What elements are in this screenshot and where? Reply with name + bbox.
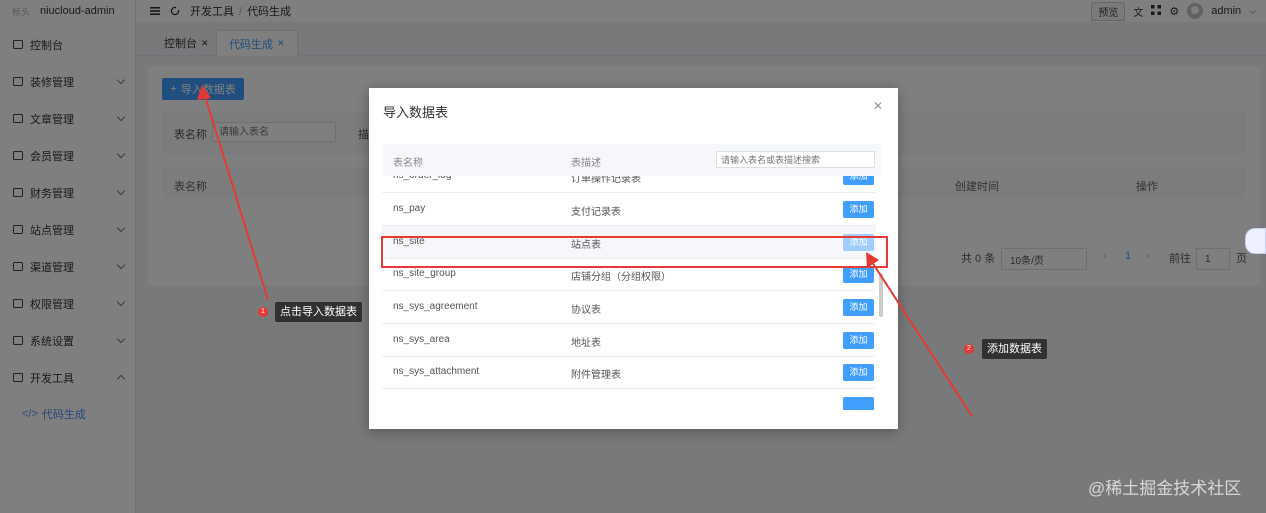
annotation-arrows (197, 85, 973, 417)
floating-helper-icon[interactable] (1245, 228, 1266, 254)
annotation-arrow-1 (203, 92, 269, 301)
annotation-badge: 1 (258, 307, 268, 317)
watermark: @稀土掘金技术社区 (1088, 479, 1242, 498)
arrow-head-icon (866, 252, 879, 268)
arrow-head-icon (197, 85, 211, 100)
annotation-tip: 点击导入数据表 (275, 302, 362, 322)
annotation-badge: 2 (964, 344, 974, 354)
annotation-tip: 添加数据表 (982, 339, 1047, 359)
annotation-arrow-2 (871, 261, 973, 417)
